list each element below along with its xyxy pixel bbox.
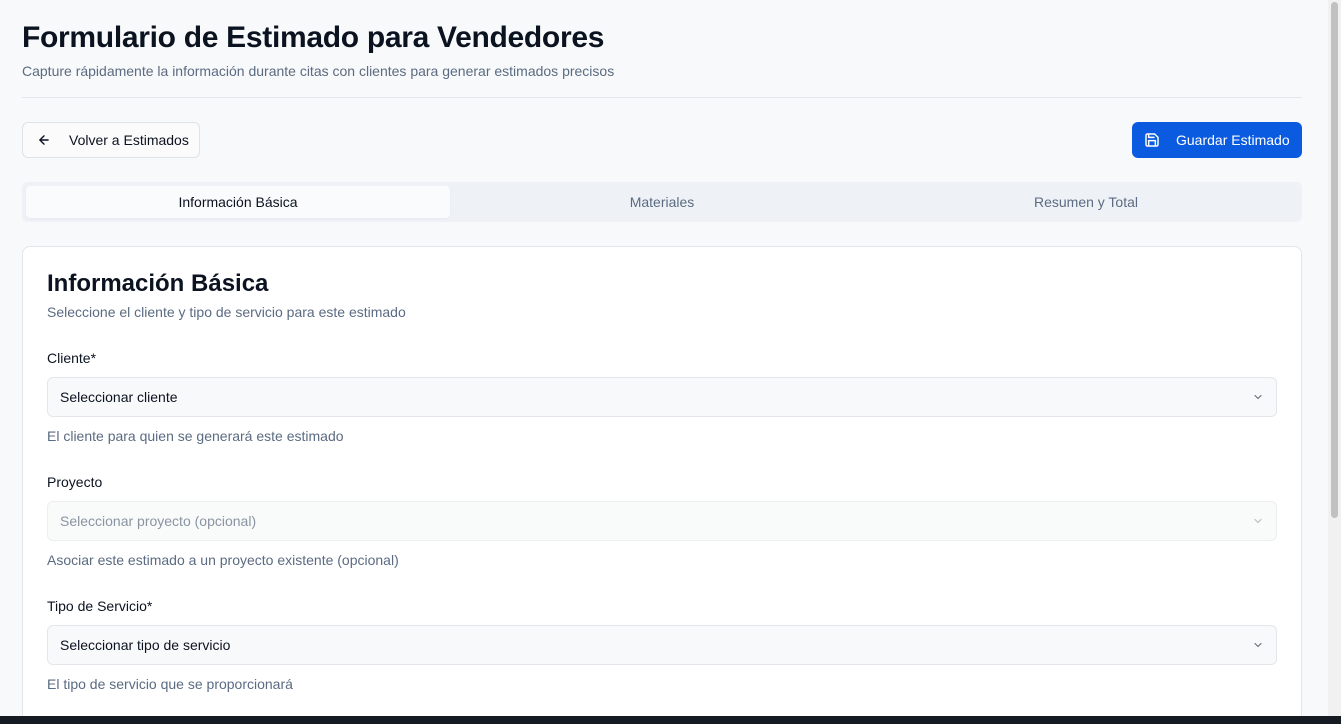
tab-informacion-basica[interactable]: Información Básica [26,186,450,218]
tab-label: Resumen y Total [1033,194,1138,210]
client-select-value: Seleccionar cliente [60,389,178,405]
service-type-help-text: El tipo de servicio que se proporcionará [47,676,293,692]
scrollbar-thumb[interactable] [1331,2,1338,518]
project-select[interactable]: Seleccionar proyecto (opcional) [47,501,1277,541]
form-tabs: Información Básica Materiales Resumen y … [22,182,1302,222]
project-select-value: Seleccionar proyecto (opcional) [60,513,257,529]
tab-label: Materiales [629,194,695,210]
client-help-text: El cliente para quien se generará este e… [47,428,344,444]
project-label: Proyecto [47,474,103,490]
project-help-text: Asociar este estimado a un proyecto exis… [47,552,399,568]
arrow-left-icon [37,133,51,147]
service-type-select-value: Seleccionar tipo de servicio [60,637,231,653]
client-label: Cliente* [47,350,97,366]
chevron-down-icon [1252,639,1264,651]
window-bottom-edge [0,716,1341,724]
save-icon [1144,132,1160,148]
chevron-down-icon [1252,515,1264,527]
chevron-down-icon [1252,391,1264,403]
back-button-label: Volver a Estimados [69,132,189,148]
tab-resumen-total[interactable]: Resumen y Total [874,186,1298,218]
card-subtitle: Seleccione el cliente y tipo de servicio… [47,304,406,320]
page-scrollbar[interactable] [1328,0,1341,716]
tab-materiales[interactable]: Materiales [450,186,874,218]
client-select[interactable]: Seleccionar cliente [47,377,1277,417]
tab-label: Información Básica [178,194,298,210]
page-title: Formulario de Estimado para Vendedores [22,21,605,54]
save-estimate-button[interactable]: Guardar Estimado [1132,122,1302,158]
basic-info-card: Información Básica Seleccione el cliente… [22,246,1302,724]
service-type-select[interactable]: Seleccionar tipo de servicio [47,625,1277,665]
card-title: Información Básica [47,270,269,297]
save-button-label: Guardar Estimado [1176,132,1290,148]
back-to-estimates-button[interactable]: Volver a Estimados [22,122,200,158]
header-divider [22,97,1302,98]
service-type-label: Tipo de Servicio* [47,598,153,614]
page-subtitle: Capture rápidamente la información duran… [22,63,615,79]
